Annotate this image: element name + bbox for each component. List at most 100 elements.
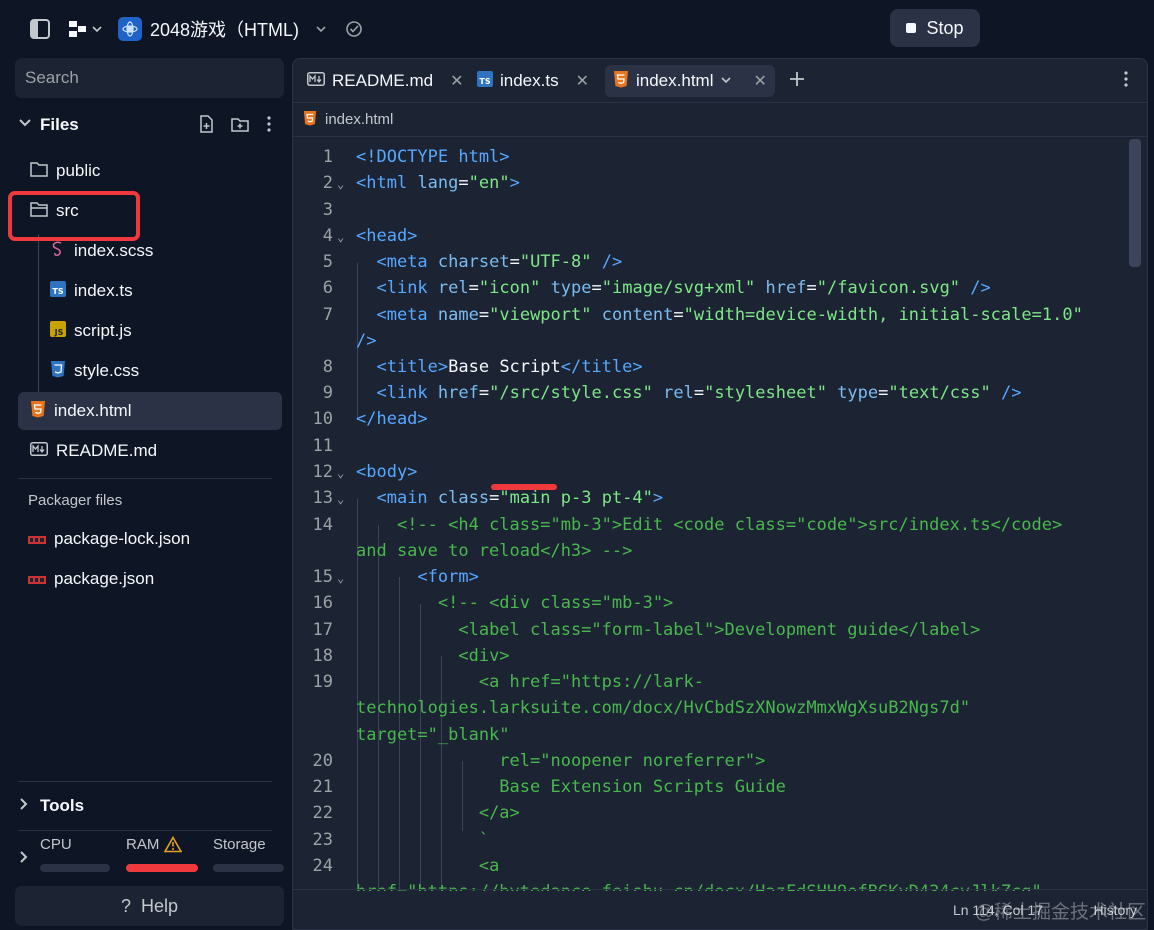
code-line: <html lang="en"> [356,173,520,193]
watermark: @稀土掘金技术社区 [974,902,1146,923]
new-file-icon[interactable] [196,114,216,139]
new-tab-button[interactable] [781,65,813,97]
line-number: 10 [312,409,333,429]
stop-label: Stop [926,17,964,38]
typescript-icon: TS [50,280,66,302]
line-number: 5 [322,252,333,272]
tree-item-script-js[interactable]: JS script.js [38,312,282,350]
sidebar-toggle-icon[interactable] [28,17,52,41]
close-icon[interactable]: ✕ [753,71,766,91]
search-placeholder: Search [25,68,79,87]
ram-bar-fill [126,864,198,872]
code-line: <head> [356,226,418,246]
code-line: <main class="main p-3 pt-4"> [376,488,664,508]
tree-item-label: public [56,161,101,180]
code-line: <meta charset="UTF-8" /> [376,252,623,272]
line-number: 19 [312,672,333,692]
code-line: <!DOCTYPE html> [356,147,510,167]
close-icon[interactable]: ✕ [576,71,589,91]
html-icon [303,110,317,130]
tree-item-label: index.ts [74,281,133,300]
folder-icon [30,161,48,182]
close-icon[interactable]: ✕ [450,71,463,91]
code-line: <title>Base Script</title> [376,357,643,377]
sass-icon [50,240,66,263]
fold-chevron-icon[interactable]: ⌄ [337,492,344,506]
code-line: <a href="https://lark- [478,672,704,692]
typescript-icon: TS [477,70,493,92]
line-number: 17 [312,620,333,640]
fold-chevron-icon[interactable]: ⌄ [337,466,344,480]
tree-item-index-ts[interactable]: TS index.ts [38,272,282,310]
fold-chevron-icon[interactable]: ⌄ [337,230,344,244]
svg-text:JS: JS [54,328,64,337]
breadcrumb-file: index.html [325,111,394,128]
tab-label: index.ts [500,71,559,90]
tab-bar: README.md ✕ TS index.ts ✕ index.html ✕ [293,59,1147,103]
cpu-label: CPU [40,836,72,853]
tab-menu-button[interactable] [1115,65,1137,97]
line-number: 16 [312,593,333,613]
tree-item-package-json[interactable]: package.json [18,560,282,598]
tab-label: README.md [332,71,434,90]
more-options-icon[interactable] [264,114,274,139]
tab-index-ts[interactable]: TS index.ts ✕ [469,65,597,97]
help-label: Help [140,895,179,916]
code-line: ` [478,830,490,850]
question-icon: ? [120,895,131,916]
tools-header[interactable]: Tools [18,791,84,821]
tree-item-label: package-lock.json [54,529,191,548]
help-button[interactable]: ? Help [15,886,284,926]
tree-item-label: style.css [74,361,140,380]
fold-chevron-icon[interactable]: ⌄ [337,571,344,585]
code-line: <form> [417,567,479,587]
line-number: 4 [322,226,333,246]
tree-item-readme[interactable]: README.md [18,432,282,470]
resource-metrics[interactable]: CPU RAM Storage [14,830,284,882]
packager-files-label: Packager files [28,492,123,509]
markdown-icon [30,441,48,461]
breadcrumb[interactable]: index.html [293,103,1147,137]
stop-button[interactable]: Stop [890,9,980,47]
code-line: Base Extension Scripts Guide [499,777,786,797]
vertical-scrollbar[interactable] [1129,139,1141,267]
fold-chevron-icon[interactable]: ⌄ [337,177,344,191]
ram-bar [126,864,198,872]
code-line: <!-- <h4 class="mb-3">Edit <code class="… [396,515,1063,535]
html-icon [613,70,629,93]
search-input[interactable]: Search [15,58,284,98]
line-number: 20 [312,751,333,771]
code-line: <div> [458,646,510,666]
code-line-wrap: technologies.larksuite.com/docx/HvCbdSzX… [356,698,971,718]
repl-title[interactable]: 2048游戏（HTML) [118,14,299,44]
line-number: 15 [312,567,333,587]
chevron-down-icon[interactable] [312,19,330,39]
svg-text:TS: TS [479,77,490,86]
tools-title: Tools [40,796,85,815]
workspace-menu-icon[interactable] [66,17,106,41]
files-header[interactable]: Files [18,110,284,140]
line-number: 3 [322,200,333,220]
markdown-icon [307,71,325,91]
tree-item-label: README.md [56,441,158,460]
tree-item-package-lock[interactable]: package-lock.json [18,520,282,558]
code-area[interactable]: 1 <!DOCTYPE html> 2 ⌄ <html lang="en"> 3… [293,139,1131,891]
tree-item-public[interactable]: public [18,152,282,190]
line-number: 2 [322,173,333,193]
tree-item-style-css[interactable]: style.css [38,352,282,390]
verified-check-icon[interactable] [342,17,366,41]
warning-icon [163,835,183,858]
tree-item-index-html[interactable]: index.html [18,392,282,430]
line-number: 12 [312,462,333,482]
chevron-right-icon [18,796,30,816]
tab-index-html[interactable]: index.html ✕ [605,65,775,97]
plus-icon [789,71,805,92]
npm-icon [28,529,46,549]
code-line: <a [478,856,500,876]
tab-readme[interactable]: README.md ✕ [299,65,471,97]
chevron-down-icon [18,115,34,135]
tree-item-label: index.html [54,401,132,420]
new-folder-icon[interactable] [230,114,250,139]
line-number: 7 [322,305,333,325]
chevron-down-icon[interactable] [720,71,732,91]
